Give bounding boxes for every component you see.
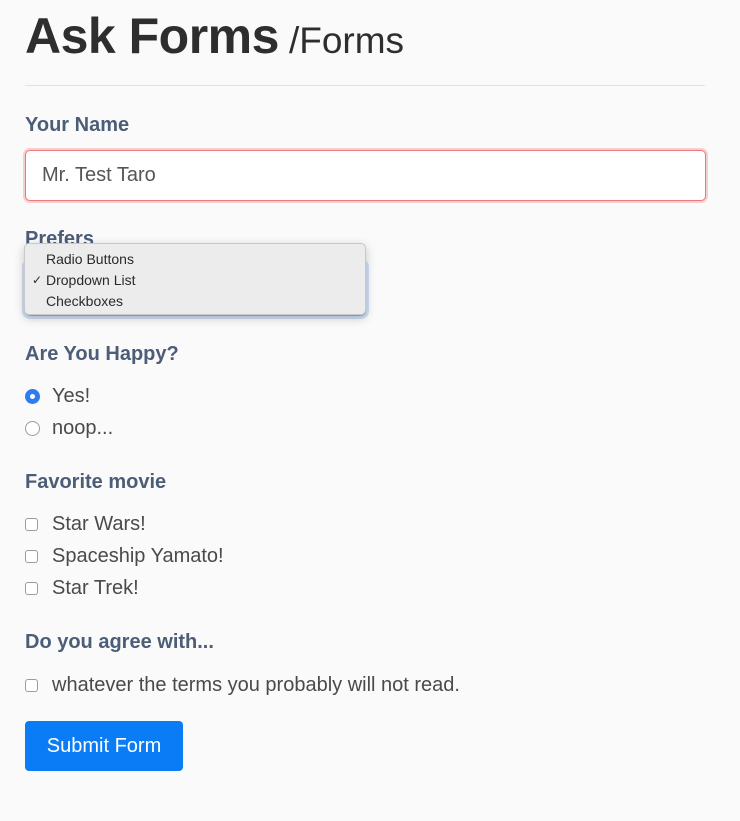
dropdown-option-radio-buttons[interactable]: Radio Buttons (25, 249, 365, 270)
checkbox-label: Star Trek! (52, 577, 139, 599)
page-title: Ask Forms (25, 8, 279, 64)
checkbox[interactable] (25, 581, 38, 595)
submit-button[interactable]: Submit Form (25, 721, 183, 771)
checkmark-icon: ✓ (32, 273, 43, 287)
radio-label: Yes! (52, 385, 91, 407)
checkbox[interactable] (25, 517, 38, 531)
dropdown-option-label: Radio Buttons (46, 251, 134, 267)
checkbox-label: Spaceship Yamato! (52, 545, 224, 567)
agree-label: Do you agree with... (25, 631, 214, 653)
prefers-dropdown-menu: Radio Buttons ✓ Dropdown List Checkboxes (24, 243, 366, 315)
radio-button-checked[interactable] (25, 388, 40, 404)
checkbox[interactable] (25, 549, 38, 563)
dropdown-option-checkboxes[interactable]: Checkboxes (25, 291, 365, 312)
form-page: Ask Forms /Forms Your Name Prefers Radio… (0, 0, 740, 821)
radio-button[interactable] (25, 420, 40, 436)
checkbox-label: whatever the terms you probably will not… (52, 674, 460, 696)
movie-option-star-wars[interactable]: Star Wars! (25, 512, 146, 536)
page-header: Ask Forms /Forms (25, 6, 404, 71)
checkbox-label: Star Wars! (52, 513, 146, 535)
agree-option[interactable]: whatever the terms you probably will not… (25, 673, 460, 697)
movie-option-spaceship-yamato[interactable]: Spaceship Yamato! (25, 544, 224, 568)
movie-option-star-trek[interactable]: Star Trek! (25, 576, 139, 600)
dropdown-option-label: Dropdown List (46, 272, 136, 288)
movie-label: Favorite movie (25, 471, 167, 493)
name-label: Your Name (25, 114, 130, 136)
happy-option-noop[interactable]: noop... (25, 416, 113, 440)
header-divider (25, 85, 705, 86)
name-input[interactable] (25, 150, 706, 201)
radio-label: noop... (52, 417, 114, 439)
dropdown-option-label: Checkboxes (46, 293, 124, 309)
checkbox[interactable] (25, 678, 38, 692)
happy-label: Are You Happy? (25, 343, 179, 365)
dropdown-option-dropdown-list[interactable]: ✓ Dropdown List (25, 270, 365, 291)
happy-option-yes[interactable]: Yes! (25, 384, 90, 408)
page-subtitle: /Forms (288, 20, 405, 61)
